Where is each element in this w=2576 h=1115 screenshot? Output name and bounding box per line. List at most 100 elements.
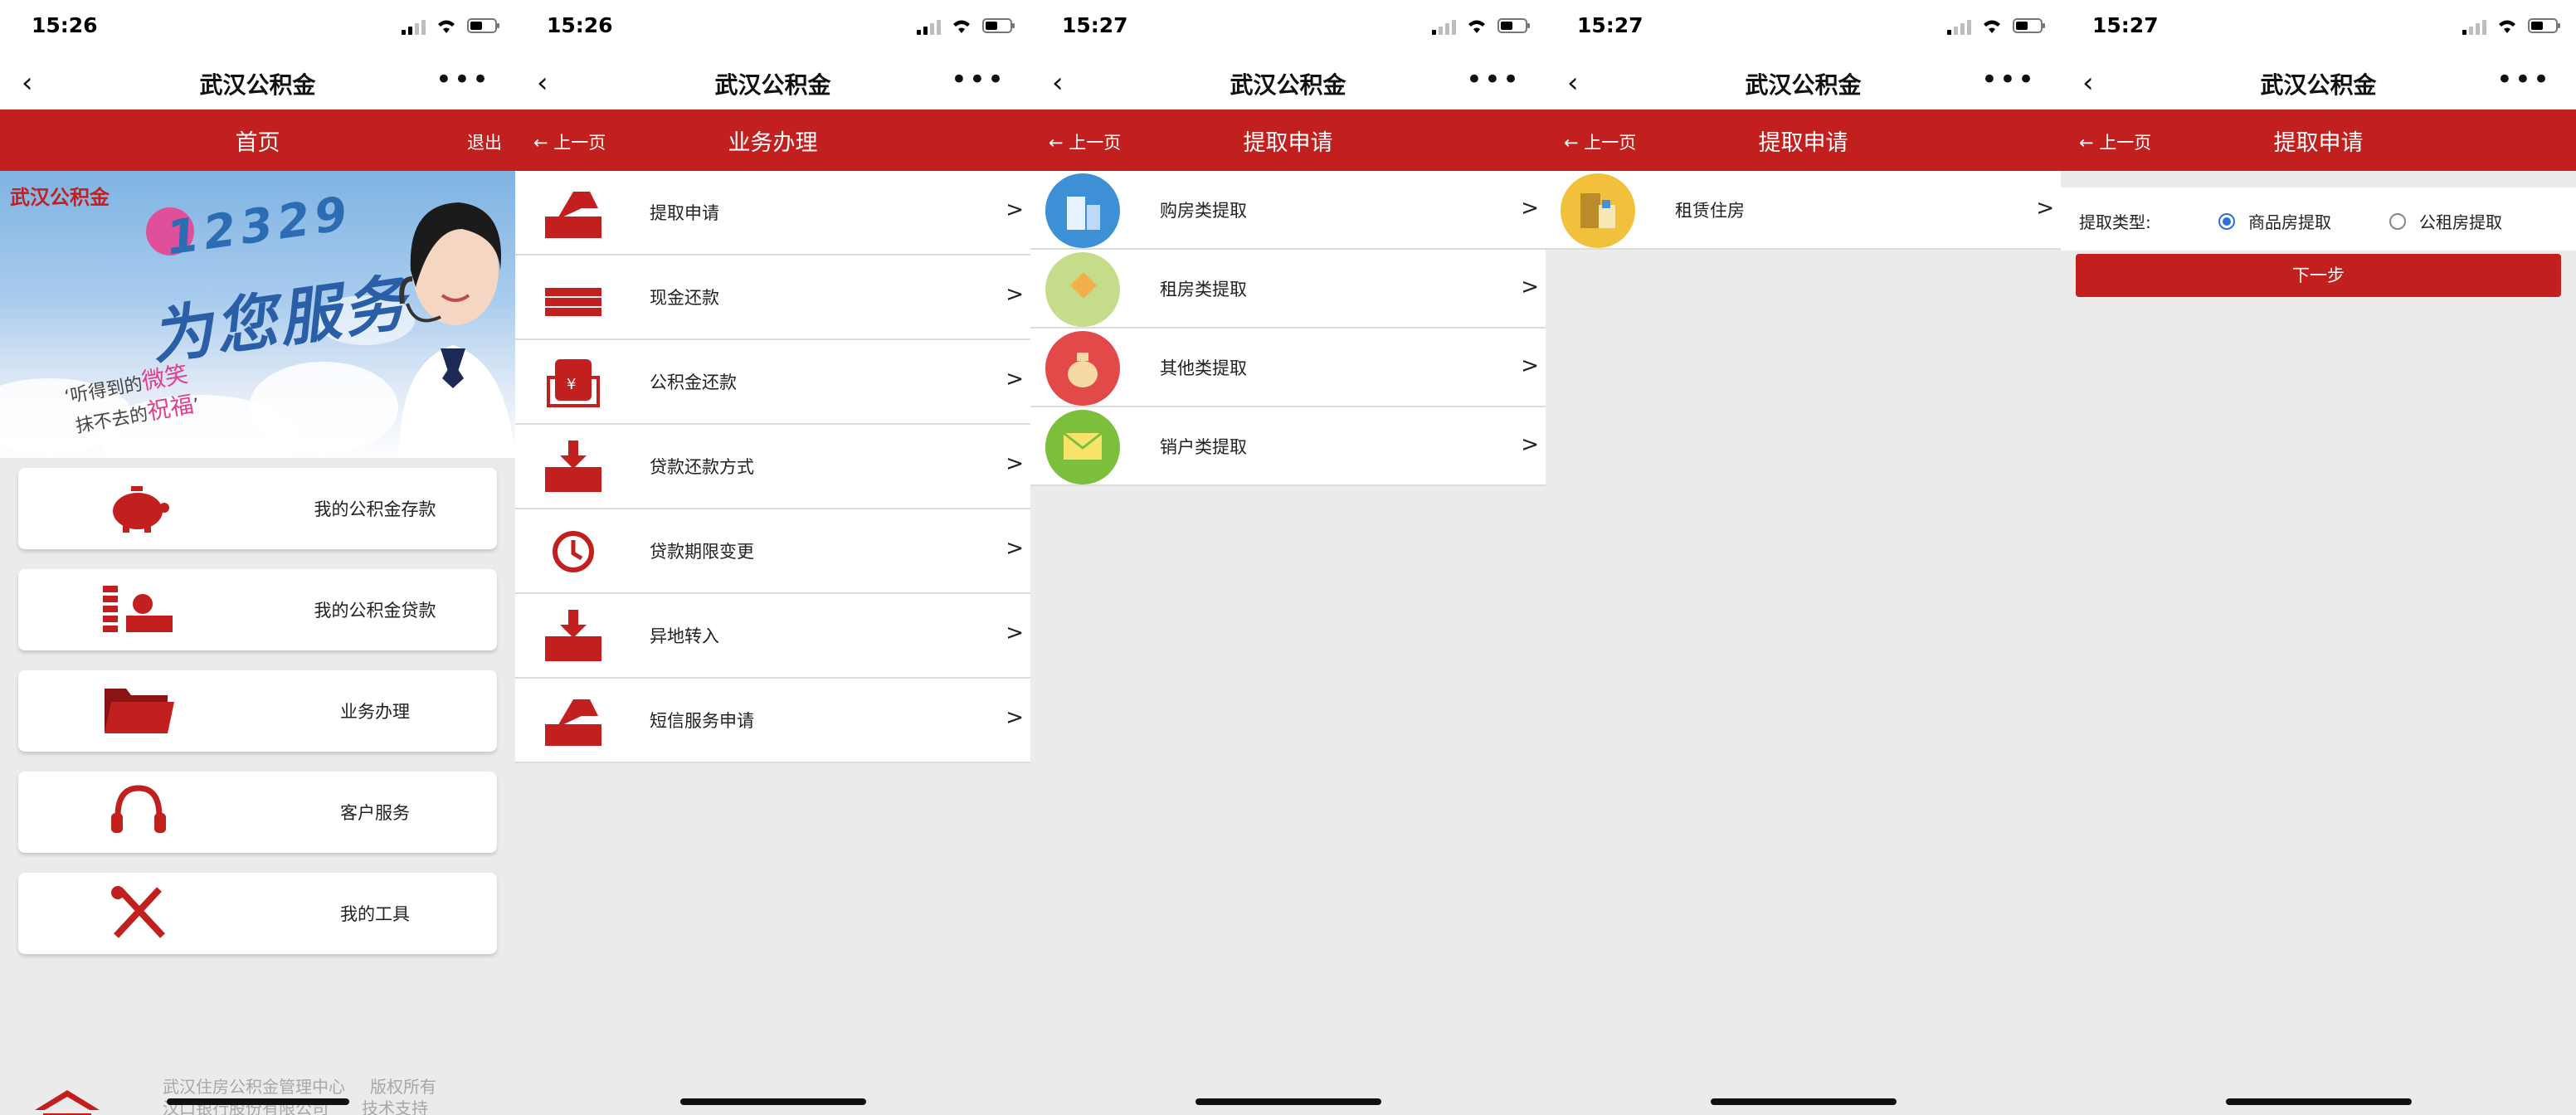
chevron-right-icon: > [1006, 367, 1024, 392]
home-indicator [2225, 1098, 2412, 1105]
list-label: 购房类提取 [1160, 201, 1247, 221]
logout-button[interactable]: 退出 [467, 129, 502, 154]
wifi-icon [1468, 20, 1485, 33]
page-header: ← 上一页 提取申请 [2061, 110, 2576, 171]
list-label: 异地转入 [650, 626, 719, 646]
home-indicator [679, 1098, 866, 1105]
menu-card-loan[interactable]: 我的公积金贷款 [18, 569, 497, 650]
radio-public-rental[interactable]: 公租房提取 [2389, 209, 2502, 233]
menu-label: 我的公积金贷款 [314, 601, 436, 621]
folder-icon [105, 689, 174, 733]
screen-rental: 15:27 ‹ 武汉公积金 ••• ← 上一页 提取申请 租赁住房 > [1546, 0, 2061, 1115]
chevron-right-icon: > [2036, 196, 2054, 221]
radio-commercial-housing[interactable]: 商品房提取 [2218, 209, 2331, 233]
battery-icon [1497, 18, 1530, 33]
clock-icon [553, 531, 594, 572]
nav-bar: ‹ 武汉公积金 ••• [1030, 55, 1546, 110]
status-time: 15:26 [32, 13, 98, 37]
more-icon[interactable]: ••• [1466, 63, 1521, 96]
home-menu: 我的公积金存款 我的公积金贷款 业务办理 客户服务 我的工具 [0, 458, 515, 954]
more-icon[interactable]: ••• [951, 63, 1006, 96]
list-item[interactable]: 购房类提取 > [1030, 171, 1546, 250]
menu-card-business[interactable]: 业务办理 [18, 670, 497, 752]
signal-icon [1947, 18, 1971, 35]
list-label: 贷款期限变更 [650, 542, 754, 562]
home-indicator [1710, 1098, 1897, 1105]
status-time: 15:27 [1577, 13, 1643, 37]
list-label: 贷款还款方式 [650, 457, 754, 477]
tray-in-icon [545, 610, 601, 661]
page-header: 首页 退出 [0, 110, 515, 171]
radio-selected-icon [2218, 212, 2235, 230]
list-item[interactable]: 异地转入 > [515, 594, 1030, 679]
withdraw-type-label: 提取类型: [2079, 212, 2151, 232]
money-bag-icon [1045, 331, 1120, 406]
list-item[interactable]: 提取申请 > [515, 171, 1030, 256]
cash-icon [545, 288, 601, 316]
next-step-button[interactable]: 下一步 [2076, 254, 2561, 297]
page-title: 首页 [235, 130, 280, 156]
list-item[interactable]: 销户类提取 > [1030, 407, 1546, 486]
list-item[interactable]: 贷款期限变更 > [515, 509, 1030, 594]
list-item[interactable]: 租房类提取 > [1030, 250, 1546, 329]
more-icon[interactable]: ••• [1981, 63, 2036, 96]
list-item[interactable]: 贷款还款方式 > [515, 425, 1030, 509]
footer: 武汉住房公积金管理中心 汉口银行股份有限公司 版权所有 技术支持 [0, 1062, 515, 1115]
chevron-right-icon: > [1521, 275, 1539, 299]
screen-withdraw: 15:27 ‹ 武汉公积金 ••• ← 上一页 提取申请 购房类提取 > 租房类… [1030, 0, 1546, 1115]
chevron-right-icon: > [1006, 536, 1024, 561]
list-item[interactable]: 短信服务申请 > [515, 679, 1030, 763]
menu-label: 我的工具 [340, 904, 410, 924]
page-header: ← 上一页 业务办理 [515, 110, 1030, 171]
list-label: 短信服务申请 [650, 711, 754, 731]
envelope-icon [1045, 410, 1120, 484]
page-header: ← 上一页 提取申请 [1546, 110, 2061, 171]
chevron-right-icon: > [1006, 621, 1024, 645]
battery-icon [2013, 18, 2045, 33]
page-title: 提取申请 [2273, 130, 2364, 156]
list-item[interactable]: 租赁住房 > [1546, 171, 2061, 250]
nav-bar: ‹ 武汉公积金 ••• [515, 55, 1030, 110]
status-bar: 15:27 [1546, 0, 2061, 55]
battery-icon [467, 18, 499, 33]
wifi-icon [438, 20, 455, 33]
list-item[interactable]: 其他类提取 > [1030, 329, 1546, 407]
tag-icon [1045, 252, 1120, 327]
home-indicator [1195, 1098, 1381, 1105]
housing-fund-logo [35, 1090, 100, 1115]
menu-label: 业务办理 [340, 702, 410, 722]
page-title: 提取申请 [1758, 130, 1848, 156]
list-label: 销户类提取 [1160, 437, 1247, 457]
wifi-icon [953, 20, 970, 33]
menu-card-service[interactable]: 客户服务 [18, 772, 497, 853]
list-label: 租赁住房 [1675, 201, 1745, 221]
nav-bar: ‹ 武汉公积金 ••• [1546, 55, 2061, 110]
headset-icon [111, 785, 166, 833]
list-label: 租房类提取 [1160, 280, 1247, 299]
signal-icon [917, 18, 941, 35]
list-item[interactable]: 现金还款 > [515, 256, 1030, 340]
screen-home: 15:26 ‹ 武汉公积金 ••• 首页 退出 武汉公积金 12329 为您服务… [0, 0, 515, 1115]
signal-icon [2462, 18, 2486, 35]
list-label: 现金还款 [650, 288, 719, 308]
status-time: 15:27 [1062, 13, 1128, 37]
radio-label: 公租房提取 [2419, 212, 2502, 232]
status-bar: 15:26 [515, 0, 1030, 55]
signal-icon [402, 18, 426, 35]
tray-out-icon [545, 699, 601, 746]
business-list: 提取申请 > 现金还款 > ¥ 公积金还款 > 贷款还款方式 > 贷款期限变更 [515, 171, 1030, 763]
banner-hotline: 12329 [163, 186, 356, 266]
piggy-bank-icon [113, 486, 169, 533]
more-icon[interactable]: ••• [2496, 63, 2551, 96]
chevron-right-icon: > [1521, 432, 1539, 457]
home-indicator [166, 1098, 349, 1105]
status-bar: 15:27 [2061, 0, 2576, 55]
svg-text:¥: ¥ [567, 376, 576, 393]
nav-bar: ‹ 武汉公积金 ••• [0, 55, 515, 110]
list-label: 提取申请 [650, 203, 719, 223]
more-icon[interactable]: ••• [436, 63, 490, 96]
menu-card-tools[interactable]: 我的工具 [18, 873, 497, 954]
list-item[interactable]: ¥ 公积金还款 > [515, 340, 1030, 425]
menu-card-deposit[interactable]: 我的公积金存款 [18, 468, 497, 549]
radio-unselected-icon [2389, 212, 2406, 230]
